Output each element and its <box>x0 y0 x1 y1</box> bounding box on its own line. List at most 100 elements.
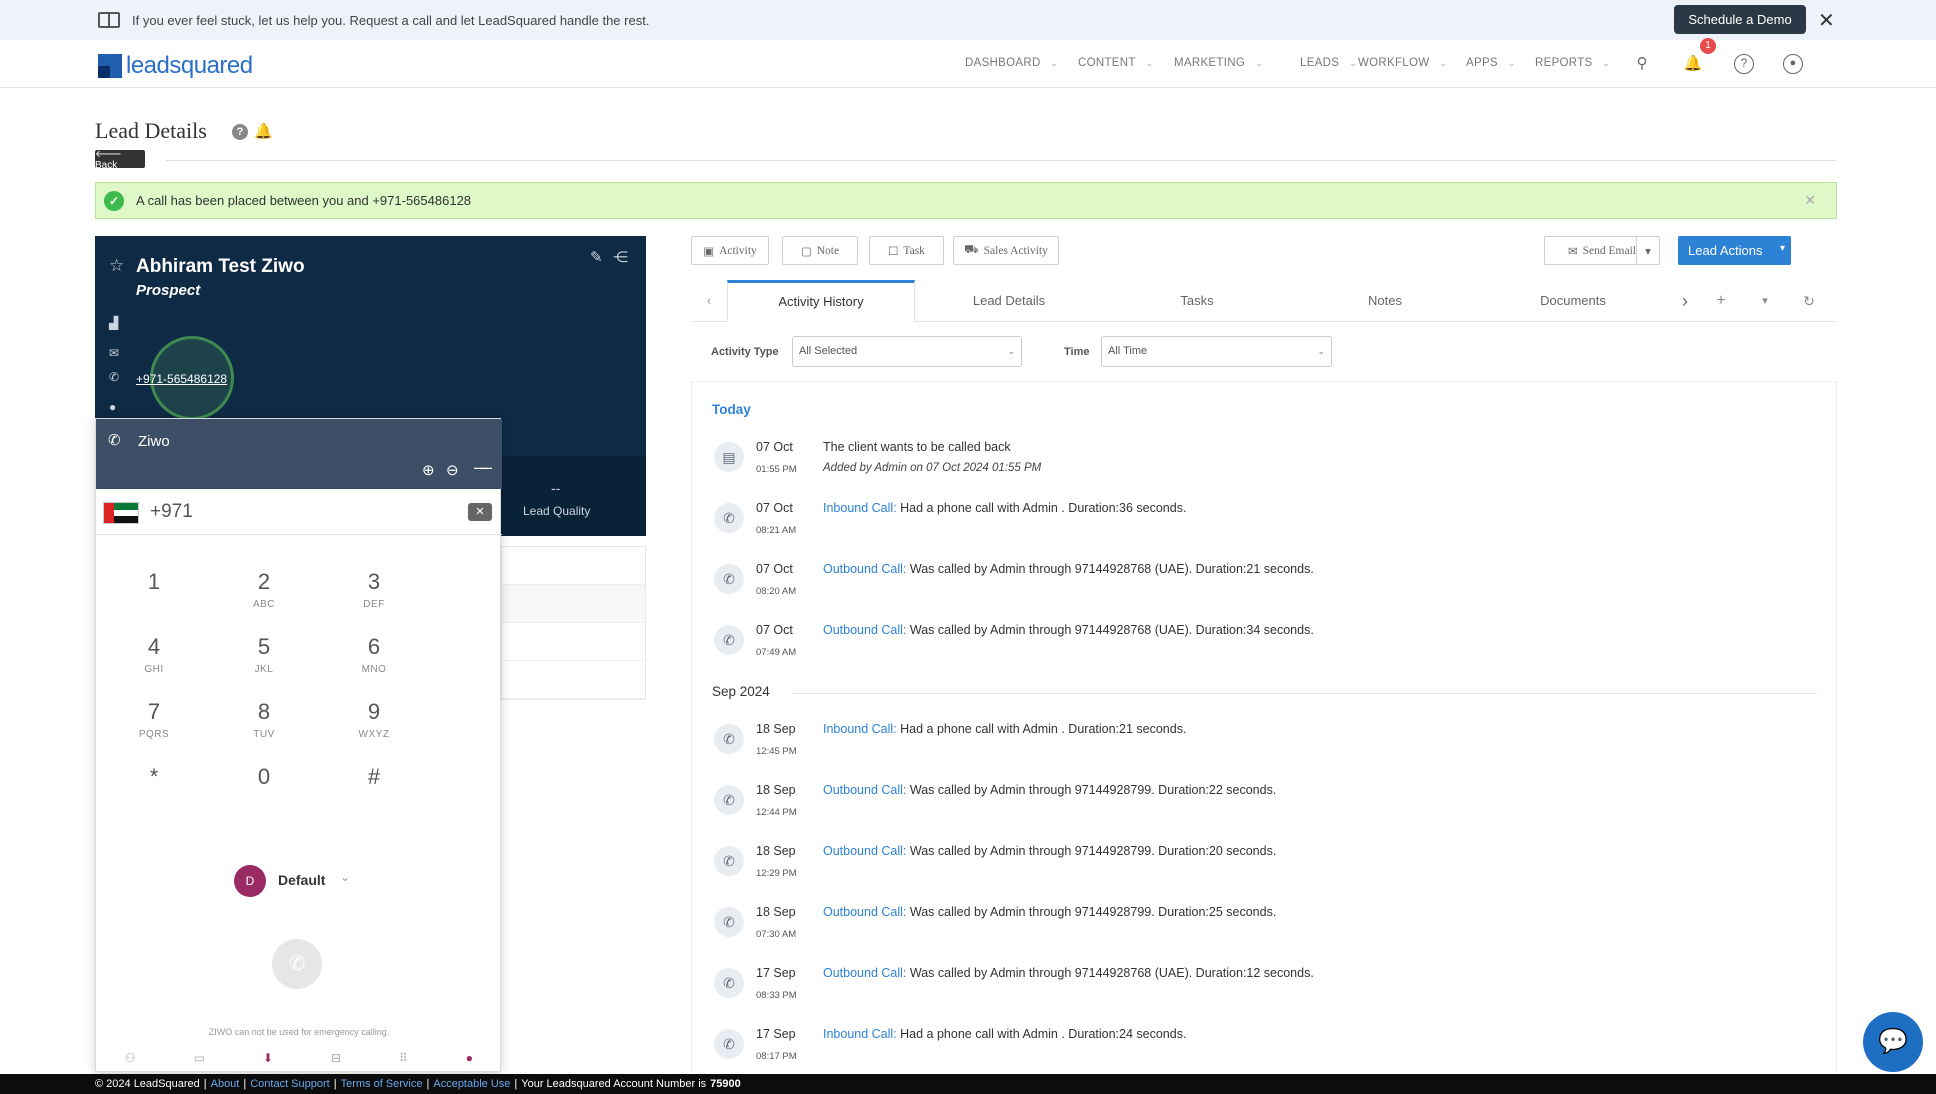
activity-date: 07 Oct <box>756 623 793 637</box>
dial-key-0[interactable]: 0 <box>224 764 304 790</box>
lead-phone-link[interactable]: +971-565486128 <box>136 372 227 386</box>
nav-apps[interactable]: APPS ⌄ <box>1466 57 1516 69</box>
activity-date: 17 Sep <box>756 966 796 980</box>
user-avatar-icon[interactable]: ● <box>1783 54 1803 74</box>
bell-icon[interactable]: 🔔 <box>1683 54 1703 74</box>
dial-key-6[interactable]: 6 MNO <box>334 634 414 675</box>
help-icon[interactable]: ? <box>1734 54 1754 74</box>
terms-link[interactable]: Terms of Service <box>341 1078 423 1090</box>
dial-key-star[interactable]: * <box>114 764 194 790</box>
dial-key-4[interactable]: 4 GHI <box>114 634 194 675</box>
zoom-out-icon[interactable]: ⊖ <box>446 461 459 479</box>
activity-type-link[interactable]: Inbound Call: <box>823 1027 897 1041</box>
uae-flag-icon[interactable] <box>103 502 139 524</box>
edit-icon[interactable]: ✎ <box>590 248 603 266</box>
note-button[interactable]: ▢ Note <box>782 236 858 265</box>
tab-activity-history[interactable]: Activity History <box>727 280 915 322</box>
close-icon[interactable]: ✕ <box>1804 192 1816 209</box>
activity-description: Outbound Call: Was called by Admin throu… <box>823 905 1276 919</box>
dial-key-2[interactable]: 2 ABC <box>224 569 304 610</box>
activity-type-link[interactable]: Outbound Call: <box>823 905 906 919</box>
activity-time: 07:30 AM <box>756 929 797 940</box>
group-heading: Sep 2024 <box>712 684 770 699</box>
activity-type-link[interactable]: Inbound Call: <box>823 722 897 736</box>
task-button[interactable]: ☐ Task <box>869 236 944 265</box>
phone-icon: ✆ <box>714 724 744 754</box>
nav-leads[interactable]: LEADS ⌄ <box>1300 57 1357 69</box>
lead-stage: Prospect <box>136 282 201 299</box>
search-icon[interactable]: ⚲ <box>1632 54 1652 74</box>
profile-icon[interactable]: ● <box>466 1051 473 1073</box>
sales-activity-button[interactable]: ⛟ Sales Activity <box>953 236 1059 265</box>
activity-type-link[interactable]: Outbound Call: <box>823 783 906 797</box>
close-icon[interactable]: ✕ <box>1818 8 1835 33</box>
share-icon[interactable]: ⋲ <box>613 248 628 266</box>
lead-quality-value: -- <box>551 480 561 496</box>
activity-type-link[interactable]: Outbound Call: <box>823 966 906 980</box>
about-link[interactable]: About <box>211 1078 240 1090</box>
minimize-icon[interactable]: — <box>474 457 492 478</box>
call-button[interactable]: ✆ <box>272 939 322 989</box>
dial-key-5[interactable]: 5 JKL <box>224 634 304 675</box>
activity-button[interactable]: ▣ Activity <box>691 236 769 265</box>
messages-icon[interactable]: ▭ <box>194 1051 205 1073</box>
nav-content[interactable]: CONTENT ⌄ <box>1078 57 1154 69</box>
backspace-icon[interactable]: ✕ <box>468 503 492 521</box>
activity-text: Was called by Admin through 97144928799.… <box>906 905 1277 919</box>
back-button[interactable]: 🡐 Back <box>95 149 145 171</box>
chevron-down-icon[interactable]: ⌄ <box>340 870 350 884</box>
tab-tasks[interactable]: Tasks <box>1103 280 1291 322</box>
tab-lead-details[interactable]: Lead Details <box>915 280 1103 322</box>
tab-scroll-left-icon[interactable]: ‹ <box>691 280 727 322</box>
nav-workflow[interactable]: WORKFLOW ⌄ <box>1358 57 1447 69</box>
time-select[interactable]: All Time ⌄ <box>1101 336 1332 367</box>
zoom-in-icon[interactable]: ⊕ <box>422 461 435 479</box>
nav-reports[interactable]: REPORTS ⌄ <box>1535 57 1610 69</box>
dial-key-9[interactable]: 9 WXYZ <box>334 699 414 740</box>
key-letters: MNO <box>361 664 387 675</box>
tab-notes[interactable]: Notes <box>1291 280 1479 322</box>
star-icon[interactable]: ☆ <box>109 256 124 276</box>
activity-type-select[interactable]: All Selected ⌄ <box>792 336 1022 367</box>
refresh-icon[interactable]: ↻ <box>1791 280 1827 322</box>
location-icon[interactable]: ⬇ <box>263 1051 273 1073</box>
activity-type-link[interactable]: Outbound Call: <box>823 562 906 576</box>
keypad-icon[interactable]: ⠿ <box>399 1051 408 1073</box>
activity-type-link[interactable]: Outbound Call: <box>823 844 906 858</box>
schedule-demo-button[interactable]: Schedule a Demo <box>1674 5 1806 34</box>
lead-actions-button[interactable]: Lead Actions ▾ <box>1678 236 1791 265</box>
dial-key-1[interactable]: 1 <box>114 569 194 599</box>
add-tab-icon[interactable]: + <box>1703 280 1739 322</box>
tab-documents[interactable]: Documents <box>1479 280 1667 322</box>
activity-text: Was called by Admin through 97144928799.… <box>906 844 1277 858</box>
nav-marketing[interactable]: MARKETING ⌄ <box>1174 57 1263 69</box>
dial-key-3[interactable]: 3 DEF <box>334 569 414 610</box>
notification-badge: 1 <box>1700 38 1716 54</box>
lead-actions-label: Lead Actions <box>1688 243 1763 258</box>
success-alert: ✓ A call has been placed between you and… <box>95 182 1837 219</box>
tab-dropdown-icon[interactable]: ▾ <box>1747 280 1783 322</box>
send-email-dropdown[interactable]: ▾ <box>1636 236 1660 265</box>
dialer-number-field[interactable]: +971 ✕ <box>96 491 502 535</box>
contact-support-link[interactable]: Contact Support <box>250 1078 330 1090</box>
activity-date: 18 Sep <box>756 722 796 736</box>
chat-icon[interactable]: 💬 <box>1863 1012 1923 1072</box>
activity-filters: Activity Type All Selected ⌄ Time All Tim… <box>691 322 1837 382</box>
logo[interactable]: leadsquared <box>98 52 253 80</box>
key-letters: JKL <box>254 664 274 675</box>
chevron-down-icon: ⌄ <box>1007 346 1015 356</box>
caller-id-label[interactable]: Default <box>278 872 325 888</box>
bell-icon[interactable]: 🔔 <box>254 122 273 140</box>
footer: © 2024 LeadSquared | About | Contact Suppo… <box>0 1074 1936 1094</box>
dial-key-8[interactable]: 8 TUV <box>224 699 304 740</box>
tab-scroll-right-icon[interactable]: › <box>1667 280 1703 322</box>
history-icon[interactable]: ⊟ <box>331 1051 341 1073</box>
dial-key-7[interactable]: 7 PQRS <box>114 699 194 740</box>
acceptable-use-link[interactable]: Acceptable Use <box>433 1078 510 1090</box>
help-icon[interactable]: ? <box>232 124 248 140</box>
activity-type-link[interactable]: Inbound Call: <box>823 501 897 515</box>
contacts-icon[interactable]: ⚇ <box>125 1051 136 1073</box>
activity-type-link[interactable]: Outbound Call: <box>823 623 906 637</box>
nav-dashboard[interactable]: DASHBOARD ⌄ <box>965 57 1058 69</box>
dial-key-hash[interactable]: # <box>334 764 414 790</box>
